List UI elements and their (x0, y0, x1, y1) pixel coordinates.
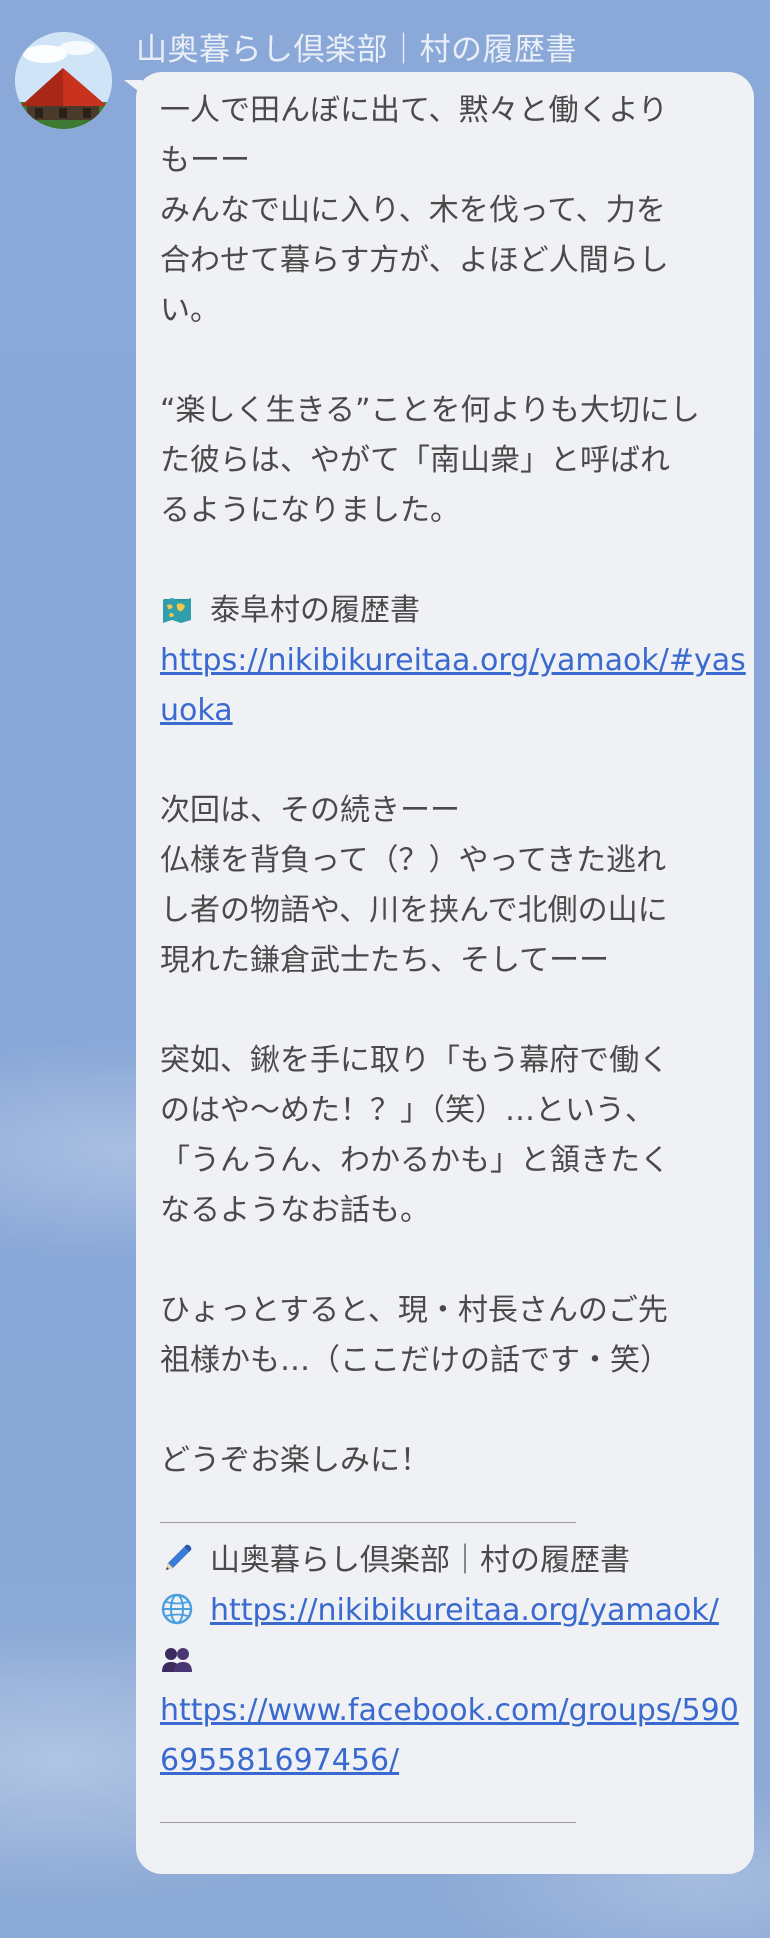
message-bubble[interactable]: 一人で田んぼに出て、黙々と働くより もーー みんなで山に入り、木を伐って、力を … (136, 72, 754, 1874)
site-link[interactable]: https://nikibikureitaa.org/yamaok/ (210, 1593, 719, 1628)
busts-icon (162, 1648, 192, 1672)
text-line: みんなで山に入り、木を伐って、力を (160, 193, 666, 228)
text-line: し者の物語や、川を挟んで北側の山に (160, 893, 668, 928)
globe-icon (161, 1593, 193, 1625)
sender-avatar[interactable] (15, 32, 112, 129)
facebook-link-continued[interactable]: 695581697456/ (160, 1736, 730, 1786)
text-line: なるようなお話も。 (160, 1193, 430, 1228)
text-line: どうぞお楽しみに！ (160, 1443, 430, 1478)
text-line: “楽しく生きる”ことを何よりも大切にし (160, 393, 700, 428)
yasuoka-link-continued[interactable]: uoka (160, 686, 730, 736)
message-text: 一人で田んぼに出て、黙々と働くより もーー みんなで山に入り、木を伐って、力を … (160, 86, 746, 1836)
world-map-icon (163, 598, 191, 623)
facebook-link[interactable]: https://www.facebook.com/groups/590 (160, 1686, 739, 1736)
signature-name: 山奥暮らし倶楽部｜村の履歴書 (210, 1543, 630, 1578)
people-icon-line (160, 1636, 730, 1686)
map-label: 泰阜村の履歴書 (210, 593, 420, 628)
text-line: のはや〜めた！？」（笑）…という、 (160, 1093, 655, 1128)
yasuoka-link[interactable]: https://nikibikureitaa.org/yamaok/#yas (160, 636, 746, 686)
text-line: 仏様を背負って（？）やってきた逃れ (160, 843, 667, 878)
map-line: 泰阜村の履歴書 (160, 586, 730, 636)
sender-name[interactable]: 山奥暮らし倶楽部｜村の履歴書 (136, 24, 577, 69)
pencil-icon (166, 1544, 192, 1570)
text-line: 一人で田んぼに出て、黙々と働くより (160, 93, 668, 128)
text-line: 祖様かも…（ここだけの話です・笑） (160, 1343, 670, 1378)
text-line: 合わせて暮らす方が、よほど人間らし (160, 243, 669, 278)
signature-site-line: https://nikibikureitaa.org/yamaok/ (160, 1586, 730, 1636)
text-line: ひょっとすると、現・村長さんのご先 (160, 1293, 668, 1328)
text-line: 「うんうん、わかるかも」と頷きたく (160, 1143, 670, 1178)
text-line: た彼らは、やがて「南山衆」と呼ばれ (160, 443, 670, 478)
signature-name-line: 山奥暮らし倶楽部｜村の履歴書 (160, 1536, 730, 1586)
text-line: 突如、鍬を手に取り「もう幕府で働く (160, 1043, 670, 1078)
text-line: 次回は、その続きーー (160, 793, 460, 828)
text-line: い。 (160, 293, 220, 328)
divider-top (160, 1486, 730, 1536)
divider-bottom (160, 1786, 730, 1836)
text-line: るようになりました。 (160, 493, 460, 528)
text-line: もーー (160, 143, 250, 178)
text-line: 現れた鎌倉武士たち、そしてーー (160, 943, 610, 978)
avatar-photo (15, 32, 112, 129)
